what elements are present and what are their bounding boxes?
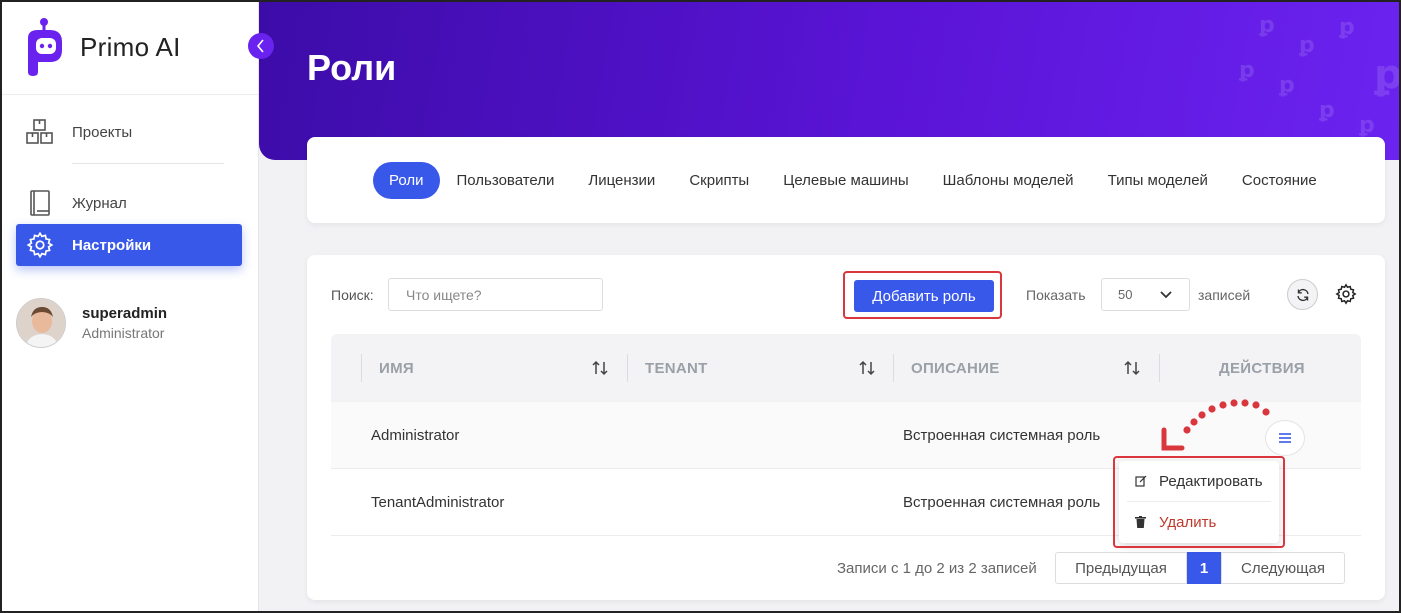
pagination-prev-button[interactable]: Предыдущая [1055,552,1187,584]
page-size-value: 50 [1118,287,1133,302]
tab-status[interactable]: Состояние [1225,162,1334,199]
role-description: Встроенная системная роль [903,426,1101,444]
decor-robot-icon: ꝑ [1319,97,1335,122]
sidebar-item-projects[interactable]: Проекты [16,111,242,153]
boxes-icon [24,117,56,147]
actions-menu-highlight [1113,456,1285,548]
collapse-sidebar-button[interactable] [248,33,274,59]
column-divider [1159,354,1160,382]
sort-icon[interactable] [590,358,610,378]
annotation-arrow-icon [1161,399,1270,451]
search-input[interactable] [388,278,603,311]
decor-robot-icon: ꝑ [1259,12,1275,37]
pagination-page-1[interactable]: 1 [1187,552,1221,584]
search-label: Поиск: [331,287,374,303]
column-header-description[interactable]: ОПИСАНИЕ [911,334,1000,402]
tab-users[interactable]: Пользователи [440,162,572,199]
decor-robot-icon: ꝑ [1359,112,1375,137]
book-icon [24,188,56,218]
chevron-left-icon [256,39,264,53]
column-divider [627,354,628,382]
sidebar-item-label: Журнал [72,194,127,212]
sort-icon[interactable] [1122,358,1142,378]
sidebar-nav: Проекты Журнал Настройки [0,95,258,266]
add-role-button[interactable]: Добавить роль [854,280,994,312]
gear-icon [24,230,56,260]
decor-robot-icon: ꝑ [1299,32,1315,57]
role-description: Встроенная системная роль [903,493,1101,511]
page-size-select[interactable]: 50 [1101,278,1190,311]
tab-licenses[interactable]: Лицензии [571,162,672,199]
chevron-down-icon [1160,291,1172,299]
table-settings-button[interactable] [1334,282,1358,306]
sidebar-item-settings[interactable]: Настройки [16,224,242,266]
sidebar-item-label: Настройки [72,236,152,254]
refresh-icon [1296,288,1309,301]
column-header-tenant[interactable]: TENANT [645,334,708,402]
sort-icon[interactable] [857,358,877,378]
tab-model-templates[interactable]: Шаблоны моделей [926,162,1091,199]
decor-robot-icon: ꝑ [1374,53,1399,97]
user-role: Administrator [82,325,165,341]
tab-model-types[interactable]: Типы моделей [1091,162,1225,199]
brand-name: Primo AI [80,31,181,62]
show-label: Показать [1026,287,1086,303]
decor-robot-icon: ꝑ [1279,72,1295,97]
user-profile[interactable]: superadmin Administrator [0,286,258,358]
decor-robot-icon: ꝑ [1339,14,1355,39]
gear-icon [1335,283,1357,305]
tab-scripts[interactable]: Скрипты [672,162,766,199]
role-name: Administrator [371,426,460,444]
refresh-button[interactable] [1287,279,1318,310]
tab-target-machines[interactable]: Целевые машины [766,162,925,199]
column-header-name[interactable]: ИМЯ [379,334,414,402]
user-name: superadmin [82,305,168,322]
sidebar-item-label: Проекты [72,123,133,141]
column-divider [893,354,894,382]
nav-divider [72,163,224,164]
pagination-info: Записи с 1 до 2 из 2 записей [837,560,1037,577]
avatar [16,298,66,348]
sidebar: Primo AI Проекты Журнал Настройки supera… [0,0,259,613]
robot-logo-icon [28,18,62,76]
sidebar-item-journal[interactable]: Журнал [16,182,242,224]
page-title: Роли [307,47,397,88]
tabs-bar: Роли Пользователи Лицензии Скрипты Целев… [307,137,1385,223]
column-divider [361,354,362,382]
menu-icon [1279,433,1291,443]
role-name: TenantAdministrator [371,493,505,511]
decor-robot-icon: ꝑ [1239,57,1255,82]
tab-roles[interactable]: Роли [373,161,440,199]
records-label: записей [1198,287,1251,303]
brand[interactable]: Primo AI [0,0,258,95]
pagination-next-button[interactable]: Следующая [1221,552,1345,584]
